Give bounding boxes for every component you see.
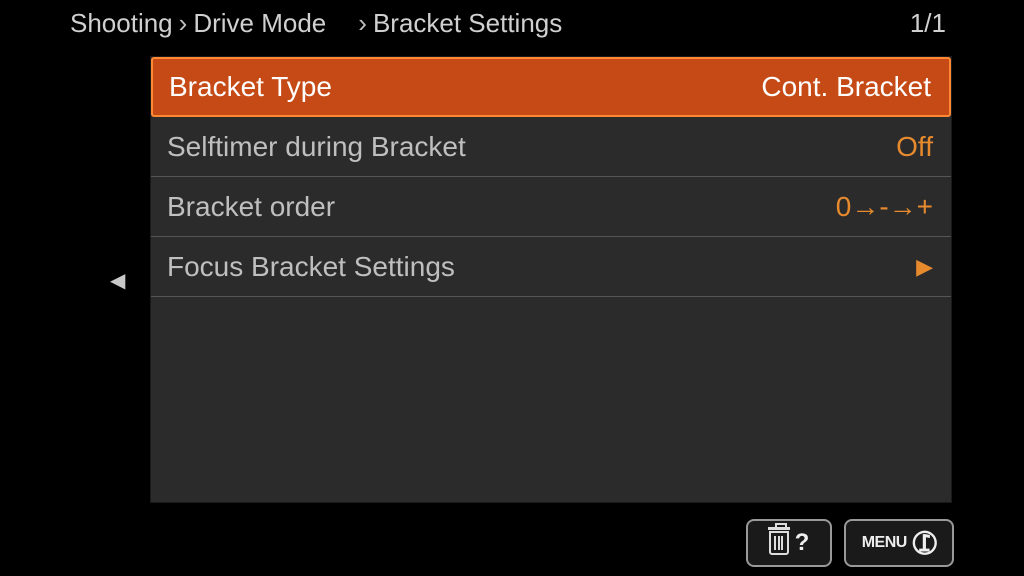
footer-buttons: ? MENU ➀	[746, 519, 954, 567]
breadcrumb: Shooting › Drive Mode › Bracket Settings…	[0, 0, 1024, 47]
question-icon: ?	[795, 529, 810, 557]
chevron-right-icon: ▶	[916, 254, 933, 280]
breadcrumb-item-1: Shooting	[70, 8, 173, 39]
breadcrumb-item-3: Bracket Settings	[373, 8, 562, 39]
chevron-right-icon: ›	[358, 8, 367, 39]
back-arrow-icon: ➀	[913, 527, 936, 560]
menu-item-value: 0→-→+	[836, 191, 933, 223]
trash-icon	[769, 531, 789, 555]
chevron-right-icon: ›	[179, 8, 188, 39]
help-button[interactable]: ?	[746, 519, 832, 567]
menu-label: MENU	[862, 534, 907, 552]
menu-item-bracket-type[interactable]: Bracket Type Cont. Bracket	[151, 57, 951, 117]
nav-left-icon[interactable]: ◀	[110, 268, 125, 293]
menu-item-label: Bracket Type	[169, 71, 332, 103]
menu-item-bracket-order[interactable]: Bracket order 0→-→+	[151, 177, 951, 237]
menu-item-focus-bracket-settings[interactable]: Focus Bracket Settings ▶	[151, 237, 951, 297]
page-indicator: 1/1	[910, 8, 946, 39]
menu-item-selftimer[interactable]: Selftimer during Bracket Off	[151, 117, 951, 177]
menu-item-label: Selftimer during Bracket	[167, 131, 466, 163]
menu-item-value: Cont. Bracket	[761, 71, 931, 103]
menu-item-label: Focus Bracket Settings	[167, 251, 455, 283]
breadcrumb-item-2: Drive Mode	[193, 8, 326, 39]
menu-item-value: Off	[896, 131, 933, 163]
menu-item-label: Bracket order	[167, 191, 335, 223]
menu-list: Bracket Type Cont. Bracket Selftimer dur…	[150, 56, 952, 503]
menu-back-button[interactable]: MENU ➀	[844, 519, 954, 567]
